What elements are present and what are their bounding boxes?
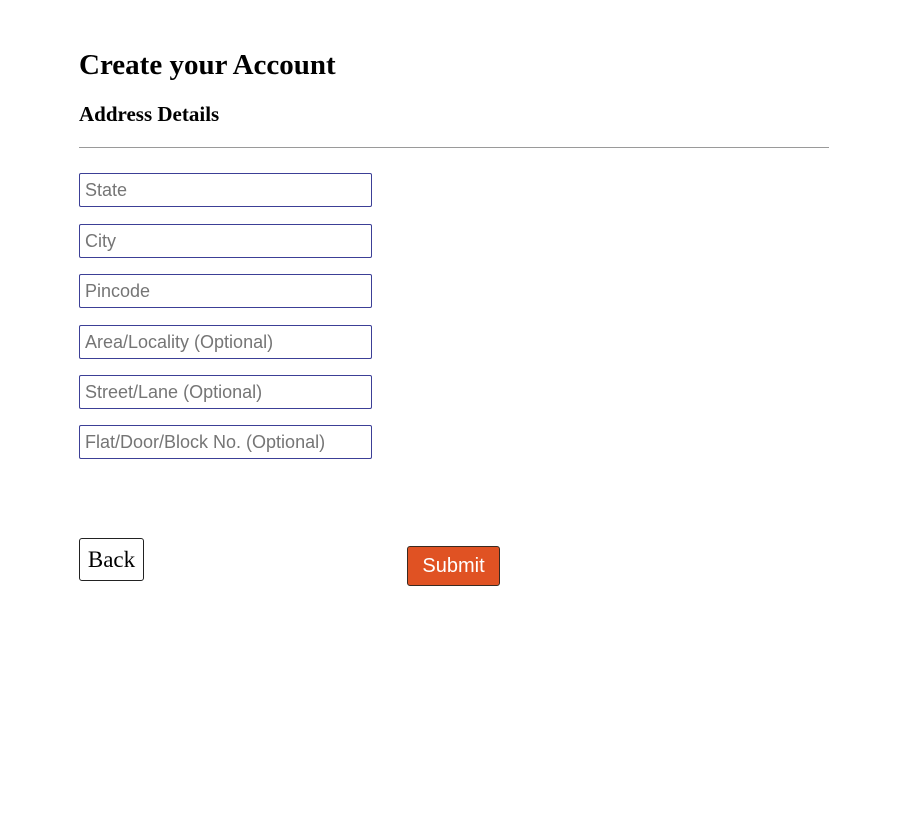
area-locality-input[interactable] (79, 325, 372, 359)
city-input[interactable] (79, 224, 372, 258)
state-input[interactable] (79, 173, 372, 207)
street-lane-input[interactable] (79, 375, 372, 409)
create-account-page: Create your Account Address Details Back… (0, 0, 918, 827)
page-title: Create your Account (79, 49, 336, 81)
flat-door-block-input[interactable] (79, 425, 372, 459)
back-button[interactable]: Back (79, 538, 144, 581)
divider (79, 147, 829, 148)
section-title: Address Details (79, 102, 220, 126)
submit-button[interactable]: Submit (407, 546, 500, 586)
pincode-input[interactable] (79, 274, 372, 308)
